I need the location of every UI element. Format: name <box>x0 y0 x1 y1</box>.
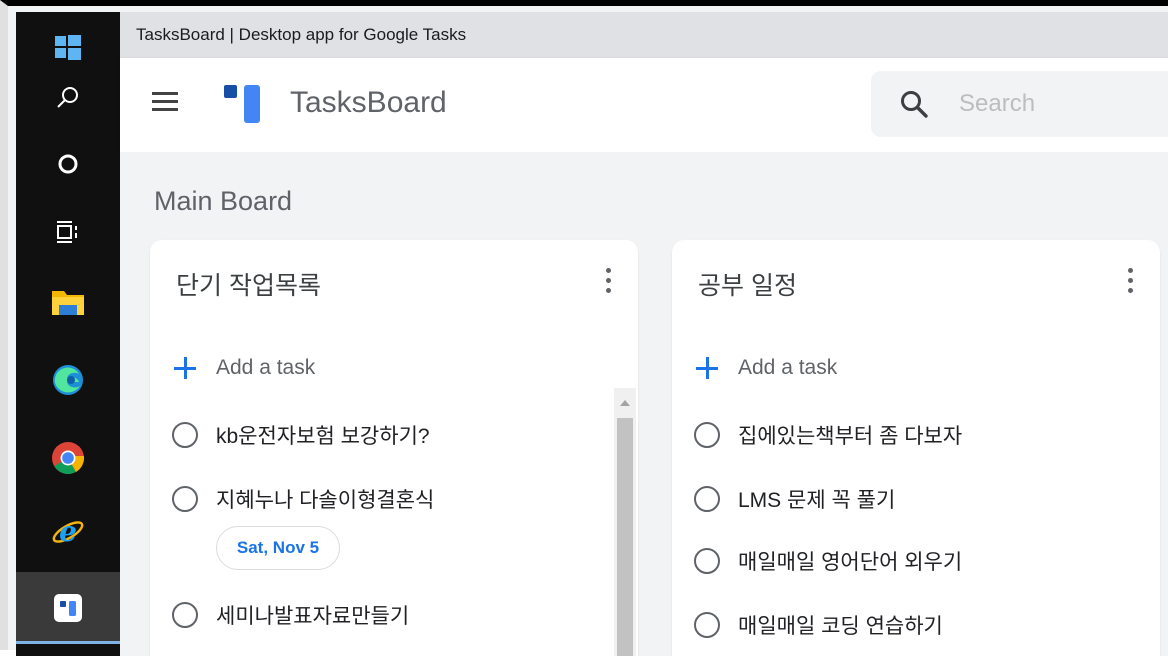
tasksboard-taskbar-button[interactable] <box>16 572 120 644</box>
window-title-bar: TasksBoard | Desktop app for Google Task… <box>120 12 1168 58</box>
list-title: 공부 일정 <box>698 272 797 300</box>
scroll-up-arrow-icon[interactable] <box>620 400 630 406</box>
screen: e TasksBoard | Desktop app for Google Ta… <box>0 0 1168 656</box>
due-date-chip[interactable]: Sat, Nov 5 <box>216 526 340 570</box>
app-name: TasksBoard <box>290 86 447 119</box>
edge-button[interactable] <box>16 344 120 416</box>
complete-task-checkbox[interactable] <box>172 602 198 628</box>
task-item[interactable]: 집에있는책부터 좀 다보자 <box>694 420 962 450</box>
cortana-button[interactable] <box>16 128 120 200</box>
plus-icon <box>172 354 200 382</box>
cortana-ring-icon <box>58 154 78 174</box>
list-title: 단기 작업목록 <box>176 272 321 300</box>
task-list-study: 공부 일정 Add a task 집에있는책부터 좀 다보자 LMS 문제 꼭 … <box>672 240 1160 656</box>
complete-task-checkbox[interactable] <box>694 612 720 638</box>
folder-icon <box>52 291 84 315</box>
tasksboard-icon <box>54 594 82 622</box>
chrome-button[interactable] <box>16 422 120 494</box>
task-item[interactable]: 세미나발표자료만들기 <box>172 600 409 630</box>
task-title[interactable]: LMS 문제 꼭 풀기 <box>738 484 895 514</box>
task-item[interactable]: LMS 문제 꼭 풀기 <box>694 484 895 514</box>
search-input[interactable] <box>959 85 1168 123</box>
menu-icon[interactable] <box>152 92 178 112</box>
chrome-icon <box>52 442 85 475</box>
board: Main Board 단기 작업목록 Add a task kb운전자보험 보강… <box>120 152 1168 656</box>
complete-task-checkbox[interactable] <box>694 548 720 574</box>
task-view-icon <box>57 221 77 243</box>
task-title[interactable]: 지혜누나 다솔이형결혼식 <box>216 484 434 514</box>
task-title[interactable]: 매일매일 코딩 연습하기 <box>738 610 943 640</box>
list-menu-kebab-icon[interactable] <box>604 268 612 298</box>
add-task-label: Add a task <box>738 356 838 379</box>
taskbar-search-button[interactable] <box>16 62 120 134</box>
task-title[interactable]: 집에있는책부터 좀 다보자 <box>738 420 962 450</box>
complete-task-checkbox[interactable] <box>694 422 720 448</box>
complete-task-checkbox[interactable] <box>694 486 720 512</box>
app-header: TasksBoard <box>120 58 1168 152</box>
complete-task-checkbox[interactable] <box>172 486 198 512</box>
ie-icon: e <box>52 515 84 548</box>
task-list-short-term: 단기 작업목록 Add a task kb운전자보험 보강하기? 지혜누나 다솔… <box>150 240 638 656</box>
search-box[interactable] <box>871 71 1168 137</box>
window-title: TasksBoard | Desktop app for Google Task… <box>136 25 467 44</box>
complete-task-checkbox[interactable] <box>172 422 198 448</box>
windows-logo-icon <box>55 35 81 60</box>
task-item[interactable]: 매일매일 영어단어 외우기 <box>694 546 962 576</box>
list-scrollbar[interactable] <box>614 388 636 656</box>
task-title[interactable]: kb운전자보험 보강하기? <box>216 420 430 450</box>
add-task-label: Add a task <box>216 356 316 379</box>
add-task-button[interactable]: Add a task <box>694 352 837 384</box>
task-item[interactable]: 매일매일 코딩 연습하기 <box>694 610 943 640</box>
scrollbar-thumb[interactable] <box>617 418 633 656</box>
svg-text:e: e <box>59 515 77 548</box>
task-title[interactable]: 매일매일 영어단어 외우기 <box>738 546 962 576</box>
plus-icon <box>694 354 722 382</box>
search-icon <box>57 87 78 108</box>
internet-explorer-button[interactable]: e <box>16 496 120 568</box>
list-menu-kebab-icon[interactable] <box>1126 268 1134 298</box>
search-icon[interactable] <box>899 89 929 119</box>
task-title[interactable]: 세미나발표자료만들기 <box>216 600 409 630</box>
file-explorer-button[interactable] <box>16 266 120 338</box>
task-item[interactable]: kb운전자보험 보강하기? <box>172 420 430 450</box>
task-item[interactable]: 지혜누나 다솔이형결혼식 <box>172 484 434 514</box>
board-title: Main Board <box>154 186 293 216</box>
windows-taskbar: e <box>16 12 120 656</box>
tasksboard-logo-icon <box>224 85 260 123</box>
task-view-button[interactable] <box>16 196 120 268</box>
edge-icon <box>53 365 83 395</box>
add-task-button[interactable]: Add a task <box>172 352 315 384</box>
